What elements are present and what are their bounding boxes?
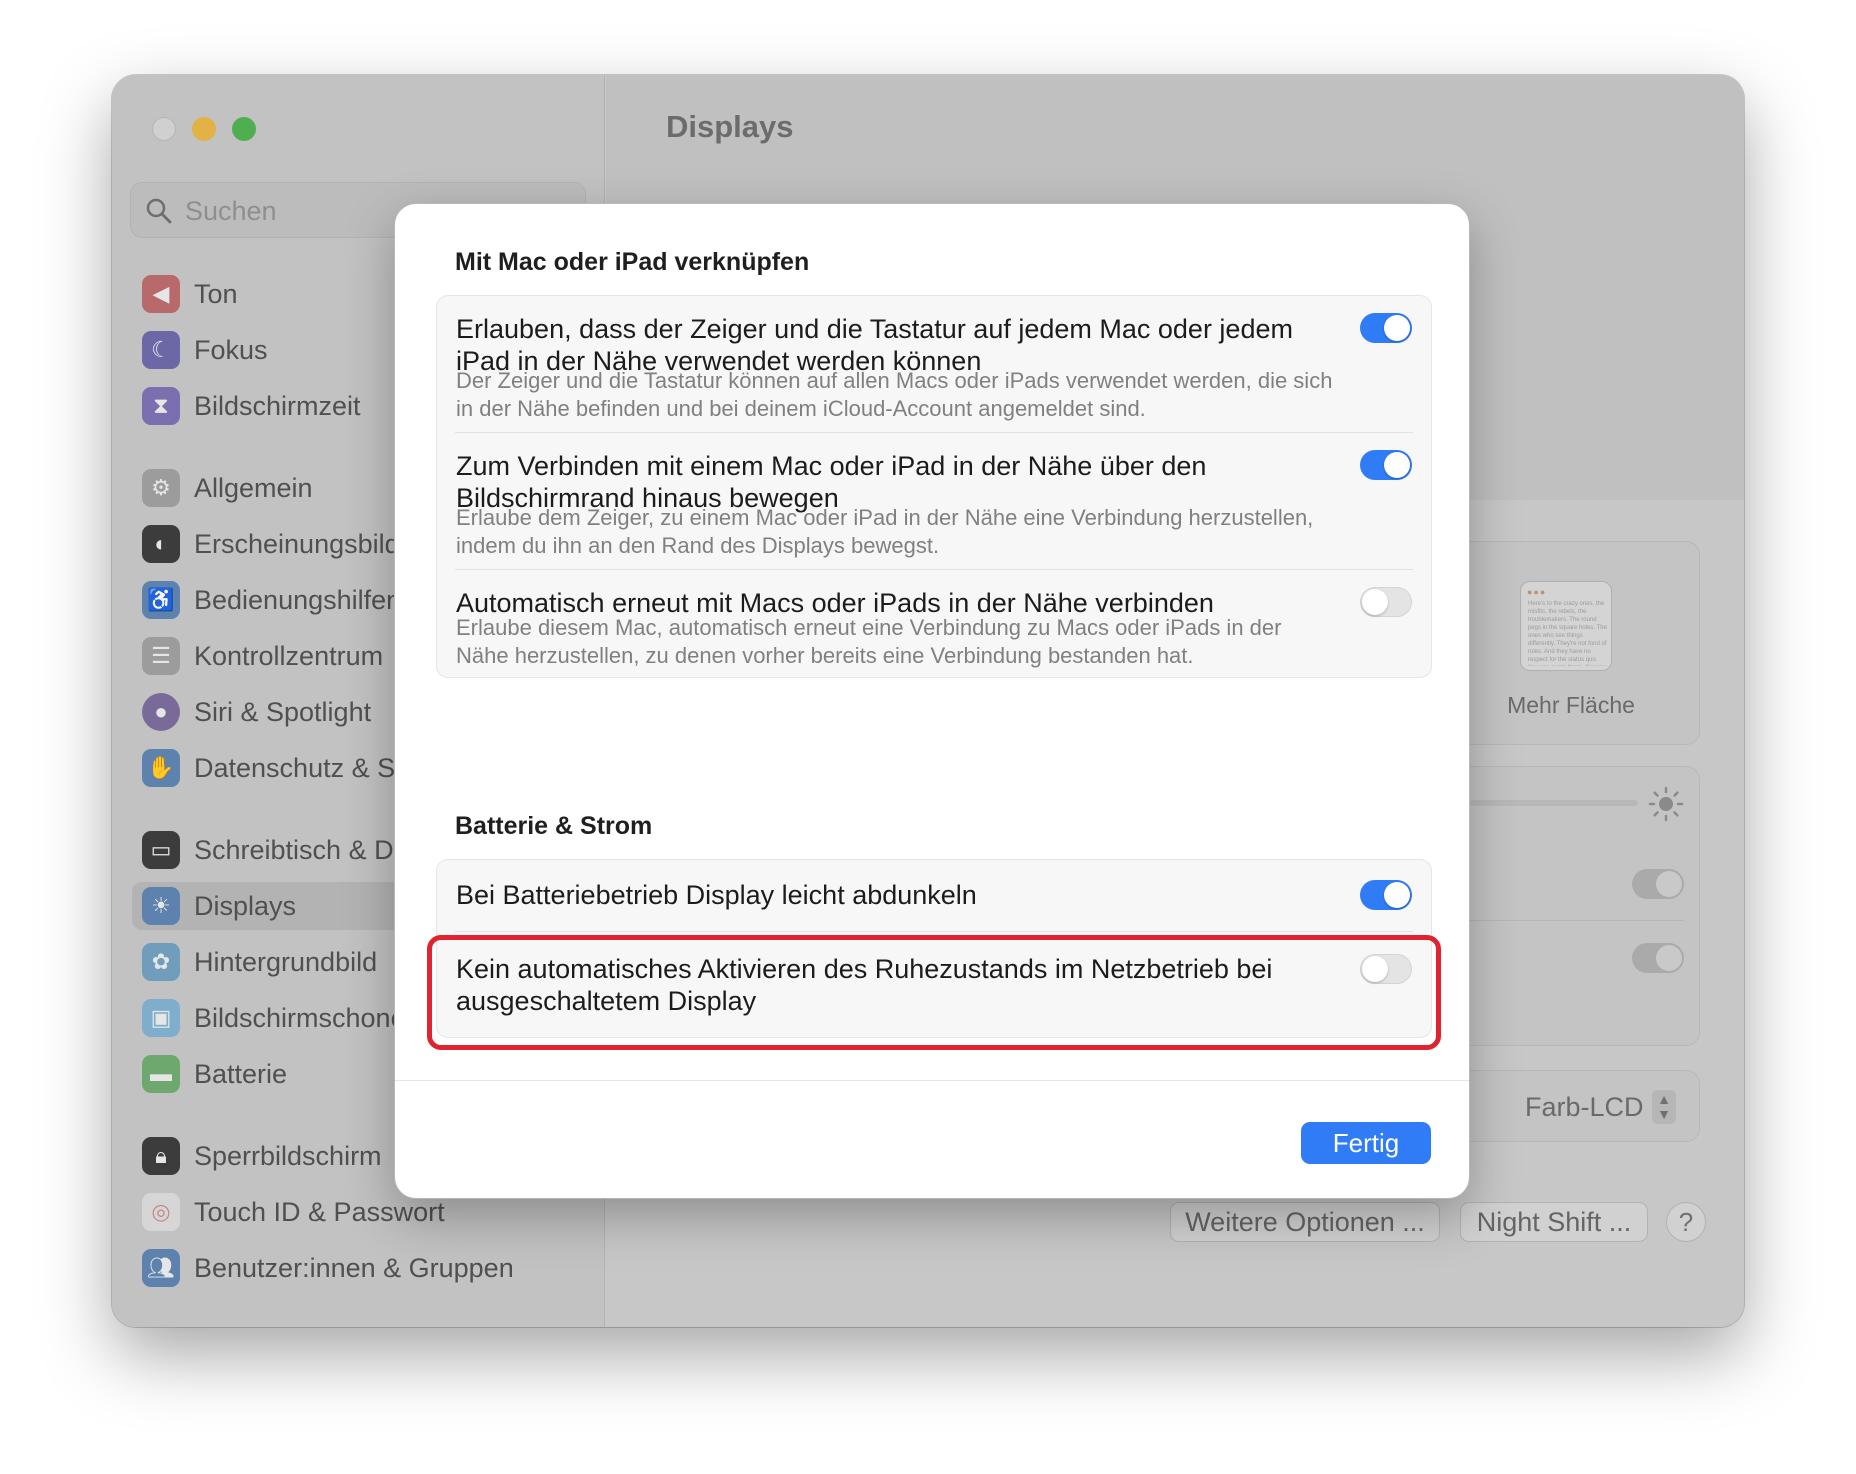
speaker-icon: ◀︎ xyxy=(142,275,180,313)
sidebar-item-label: Siri & Spotlight xyxy=(194,696,372,727)
help-button[interactable]: ? xyxy=(1666,1202,1706,1242)
toggle-switch[interactable] xyxy=(1360,313,1412,343)
mehr-flaeche-label: Mehr Fläche xyxy=(1507,692,1635,718)
battery-icon: ▬ xyxy=(142,1055,180,1093)
zoom-window-button[interactable] xyxy=(232,117,256,141)
setting-row: Automatisch erneut mit Macs oder iPads i… xyxy=(455,570,1413,678)
sidebar-item-label: Touch ID & Passwort xyxy=(194,1196,445,1227)
mini-window-text: Here's to the crazy ones, the misfits, t… xyxy=(1528,601,1608,666)
divider xyxy=(395,1080,1469,1081)
sidebar-item-label: Hintergrundbild xyxy=(194,946,378,977)
siri-icon: ● xyxy=(142,693,180,731)
setting-row: Zum Verbinden mit einem Mac oder iPad in… xyxy=(455,433,1413,570)
sun-icon: ☀ xyxy=(142,887,180,925)
dock-icon: ▭ xyxy=(142,831,180,869)
background-toggle-1[interactable] xyxy=(1632,869,1684,899)
search-input[interactable]: Suchen xyxy=(185,183,277,239)
toggle-knob xyxy=(1384,315,1410,341)
page-title: Displays xyxy=(666,109,794,144)
sidebar-item-label: Batterie xyxy=(194,1058,288,1089)
more-options-button[interactable]: Weitere Optionen ... xyxy=(1170,1202,1440,1242)
hand-icon: ✋ xyxy=(142,749,180,787)
toggle-knob xyxy=(1362,589,1388,615)
link-settings-group: Erlauben, dass der Zeiger und die Tastat… xyxy=(436,295,1432,678)
night-shift-button[interactable]: Night Shift ... xyxy=(1460,1202,1648,1242)
setting-title: Bei Batteriebetrieb Display leicht abdun… xyxy=(456,880,977,910)
setting-row: Erlauben, dass der Zeiger und die Tastat… xyxy=(455,296,1413,433)
users-icon: 👥︎ xyxy=(142,1249,180,1287)
setting-description: Erlaube dem Zeiger, zu einem Mac oder iP… xyxy=(456,505,1314,558)
setting-description: Der Zeiger und die Tastatur können auf a… xyxy=(456,368,1333,421)
section-title-link: Mit Mac oder iPad verknüpfen xyxy=(455,248,810,276)
moon-icon: ☾ xyxy=(142,331,180,369)
sidebar-item-label: Allgemein xyxy=(194,472,313,503)
lock-icon: 🔒︎ xyxy=(142,1137,180,1175)
display-options-dialog: Mit Mac oder iPad verknüpfen Erlauben, d… xyxy=(394,203,1470,1199)
screensaver-icon: ▣ xyxy=(142,999,180,1037)
highlight-annotation xyxy=(427,935,1441,1050)
mehr-flaeche-preview[interactable]: ●●● Here's to the crazy ones, the misfit… xyxy=(1520,581,1612,671)
section-title-battery: Batterie & Strom xyxy=(455,812,653,840)
toggle-switch[interactable] xyxy=(1360,587,1412,617)
color-profile-value[interactable]: Farb-LCD xyxy=(1525,1092,1644,1123)
sun-icon xyxy=(1648,786,1684,822)
sidebar-item-label: Bildschirmschoner xyxy=(194,1002,415,1033)
toggle-switch[interactable] xyxy=(1360,880,1412,910)
sidebar-item-label: Ton xyxy=(194,278,238,309)
toggles-icon: ☰ xyxy=(142,637,180,675)
toggle-knob xyxy=(1384,452,1410,478)
sidebar-item-label: Sperrbildschirm xyxy=(194,1140,382,1171)
hourglass-icon: ⧗ xyxy=(142,387,180,425)
search-icon xyxy=(146,198,172,224)
chevron-updown-icon[interactable]: ▲ ▼ xyxy=(1652,1090,1676,1124)
sidebar-item-label: Kontrollzentrum xyxy=(194,640,384,671)
fingerprint-icon: ◎ xyxy=(142,1193,180,1231)
setting-description: Erlaube diesem Mac, automatisch erneut e… xyxy=(456,615,1282,668)
mini-traffic-lights: ●●● xyxy=(1527,587,1547,597)
brightness-slider[interactable] xyxy=(1470,800,1638,806)
sidebar-item-label: Fokus xyxy=(194,334,268,365)
sidebar-item-label: Bedienungshilfen xyxy=(194,584,402,615)
flower-icon: ✿ xyxy=(142,943,180,981)
done-button[interactable]: Fertig xyxy=(1301,1122,1431,1164)
toggle-switch[interactable] xyxy=(1360,450,1412,480)
sidebar-item-label: Benutzer:innen & Gruppen xyxy=(194,1252,514,1283)
divider xyxy=(1470,920,1684,921)
sidebar-item-label: Displays xyxy=(194,890,297,921)
accessibility-icon: ♿ xyxy=(142,581,180,619)
appearance-icon: ◐ xyxy=(142,525,180,563)
sidebar-item-benutzer[interactable]: 👥︎ Benutzer:innen & Gruppen xyxy=(142,1244,602,1292)
setting-row: Bei Batteriebetrieb Display leicht abdun… xyxy=(455,860,1413,932)
sidebar-item-label: Bildschirmzeit xyxy=(194,390,361,421)
sidebar-item-label: Erscheinungsbild xyxy=(194,528,400,559)
minimize-window-button[interactable] xyxy=(192,117,216,141)
toggle-knob xyxy=(1384,882,1410,908)
background-toggle-2[interactable] xyxy=(1632,943,1684,973)
close-window-button[interactable] xyxy=(152,117,176,141)
gear-icon: ⚙ xyxy=(142,469,180,507)
